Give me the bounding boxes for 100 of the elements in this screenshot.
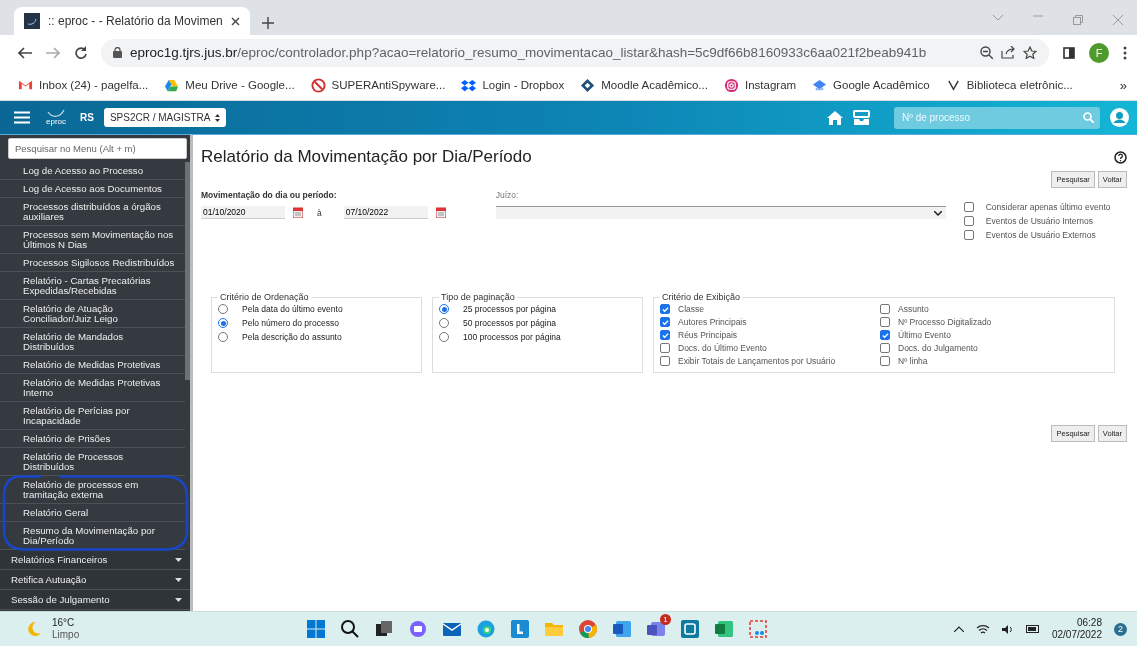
- bookmark[interactable]: Biblioteca eletrônic...: [945, 77, 1073, 93]
- date-field[interactable]: 01/10/2020: [201, 206, 285, 219]
- bookmark[interactable]: SUPERAntiSpyware...: [310, 77, 446, 93]
- search-icon[interactable]: [340, 619, 360, 639]
- checkbox-option[interactable]: Último Evento: [880, 330, 992, 340]
- browser-tab[interactable]: :: eproc - - Relatório da Movimen: [14, 7, 250, 35]
- snipping-tool-icon[interactable]: [748, 619, 768, 639]
- checkbox[interactable]: [880, 317, 890, 327]
- reload-icon[interactable]: [74, 46, 87, 59]
- more-bookmarks[interactable]: »: [1119, 77, 1127, 93]
- court-select[interactable]: [495, 206, 946, 219]
- word-app-icon[interactable]: [612, 619, 632, 639]
- menu-group[interactable]: Retifica Autuação: [0, 570, 190, 590]
- checkbox-option[interactable]: Nº Processo Digitalizado: [880, 317, 992, 327]
- more-menu-icon[interactable]: [1123, 45, 1127, 60]
- radio-button[interactable]: [218, 332, 228, 342]
- notification-count[interactable]: 2: [1114, 622, 1127, 636]
- user-account-icon[interactable]: [1110, 108, 1129, 127]
- menu-item[interactable]: Log de Acesso ao Processo: [0, 162, 185, 180]
- menu-icon[interactable]: [14, 111, 30, 124]
- task-view-icon[interactable]: [374, 619, 394, 639]
- chevron-up-icon[interactable]: [953, 626, 964, 632]
- checkbox[interactable]: [660, 343, 670, 353]
- close-icon[interactable]: [230, 16, 240, 26]
- checkbox-option[interactable]: Réus Principais: [660, 330, 880, 340]
- home-icon[interactable]: [827, 110, 843, 125]
- checkbox-option[interactable]: Nº linha: [880, 356, 992, 366]
- zoom-out-icon[interactable]: [980, 46, 993, 59]
- radio-button[interactable]: [218, 304, 228, 314]
- share-icon[interactable]: [1001, 46, 1015, 59]
- inbox-tray-icon[interactable]: [853, 109, 870, 126]
- checkbox[interactable]: [660, 304, 670, 314]
- menu-group[interactable]: Sessão de Julgamento: [0, 590, 190, 610]
- unit-select[interactable]: SPS2CR / MAGISTRA: [103, 108, 226, 127]
- forward-arrow-icon[interactable]: [46, 46, 60, 59]
- checkbox[interactable]: [660, 317, 670, 327]
- radio-button[interactable]: [439, 318, 449, 328]
- menu-group[interactable]: Relatórios Financeiros: [0, 550, 190, 570]
- calendar-icon[interactable]: [293, 207, 303, 218]
- menu-item[interactable]: Log de Acesso aos Documentos: [0, 180, 185, 198]
- checkbox-option[interactable]: Assunto: [880, 304, 992, 314]
- temperature: 16°C: [52, 617, 76, 629]
- radio-button[interactable]: [218, 318, 228, 328]
- menu-item[interactable]: Relatório de Medidas Protetivas: [0, 356, 185, 374]
- scrollbar-thumb[interactable]: [185, 162, 190, 380]
- app-tile-icon[interactable]: [510, 619, 530, 639]
- star-icon[interactable]: [1023, 46, 1037, 59]
- checkbox-label: Docs. do Último Evento: [678, 343, 767, 353]
- checkbox[interactable]: [963, 216, 974, 226]
- process-search-box[interactable]: Nº de processo: [894, 106, 1100, 129]
- profile-avatar[interactable]: F: [1089, 42, 1109, 63]
- radio-button[interactable]: [439, 332, 449, 342]
- checkbox[interactable]: [963, 202, 974, 212]
- checkbox[interactable]: [880, 304, 890, 314]
- menu-search-field[interactable]: Pesquisar no Menu (Alt + m): [8, 138, 187, 159]
- bookmark[interactable]: Instagram: [723, 77, 797, 93]
- checkbox-option[interactable]: Docs. do Último Evento: [660, 343, 880, 353]
- checkbox[interactable]: [880, 356, 890, 366]
- wifi-icon[interactable]: [975, 623, 990, 635]
- new-tab-icon[interactable]: [261, 17, 274, 29]
- process-search-field[interactable]: Nº de processo: [900, 111, 1083, 124]
- menu-item[interactable]: Relatório Geral: [0, 504, 185, 522]
- checkbox[interactable]: [880, 343, 890, 353]
- battery-icon[interactable]: [1025, 625, 1040, 633]
- chrome-browser-icon[interactable]: [578, 619, 598, 639]
- checkbox-option[interactable]: Autores Principais: [660, 317, 880, 327]
- bookmark[interactable]: Moodle Acadêmico...: [580, 77, 708, 93]
- checkbox-option[interactable]: Eventos de Usuário Externos: [963, 230, 1111, 240]
- speaker-icon[interactable]: [1001, 623, 1014, 635]
- windows-start-icon[interactable]: [306, 619, 326, 639]
- address-bar[interactable]: eproc1g.tjrs.jus.br/eproc/controlador.php?acao=relatorio_resumo_movimentacao_listar&hash=5c9df66b8160933c6aa021f2beab941b: [101, 38, 1049, 67]
- menu-item[interactable]: Relatório de processos em tramitação externa: [0, 476, 185, 504]
- back-arrow-icon[interactable]: [18, 46, 32, 59]
- teams-app-icon[interactable]: [646, 619, 666, 639]
- photo-app-icon[interactable]: [680, 619, 700, 639]
- menu-item[interactable]: Relatório de Processos Distribuídos: [0, 448, 185, 476]
- menu-item[interactable]: Relatório de Perícias por Incapacidade: [0, 402, 185, 430]
- edge-browser-icon[interactable]: [476, 619, 496, 639]
- checkbox-option[interactable]: Docs. do Julgamento: [880, 343, 992, 353]
- bookmark[interactable]: Login - Dropbox: [461, 77, 565, 93]
- chat-icon[interactable]: [408, 619, 428, 639]
- checkbox-option[interactable]: Classe: [660, 304, 880, 314]
- menu-item[interactable]: Relatório de Medidas Protetivas Interno: [0, 374, 185, 402]
- bookmark[interactable]: Inbox (24) - pagelfa...: [18, 77, 149, 93]
- checkbox-option[interactable]: Eventos de Usuário Internos: [963, 216, 1111, 226]
- checkbox[interactable]: [963, 230, 974, 240]
- date-field[interactable]: 07/10/2022: [343, 206, 428, 219]
- checkbox[interactable]: [880, 330, 890, 340]
- bookmark[interactable]: Meu Drive - Google...: [164, 77, 295, 93]
- checkbox[interactable]: [660, 356, 670, 366]
- checkbox-option[interactable]: Exibir Totais de Lançamentos por Usuário: [660, 356, 880, 366]
- side-panel-icon[interactable]: [1063, 46, 1075, 59]
- radio-button[interactable]: [439, 304, 449, 314]
- menu-item[interactable]: Relatório de Prisões: [0, 430, 185, 448]
- bookmark[interactable]: Google Acadêmico: [812, 77, 930, 93]
- calendar-icon[interactable]: [435, 207, 446, 218]
- checkbox[interactable]: [660, 330, 670, 340]
- help-icon[interactable]: [1114, 150, 1127, 164]
- menu-item[interactable]: Processos Sigilosos Redistribuídos: [0, 254, 185, 272]
- excel-app-icon[interactable]: [714, 619, 734, 639]
